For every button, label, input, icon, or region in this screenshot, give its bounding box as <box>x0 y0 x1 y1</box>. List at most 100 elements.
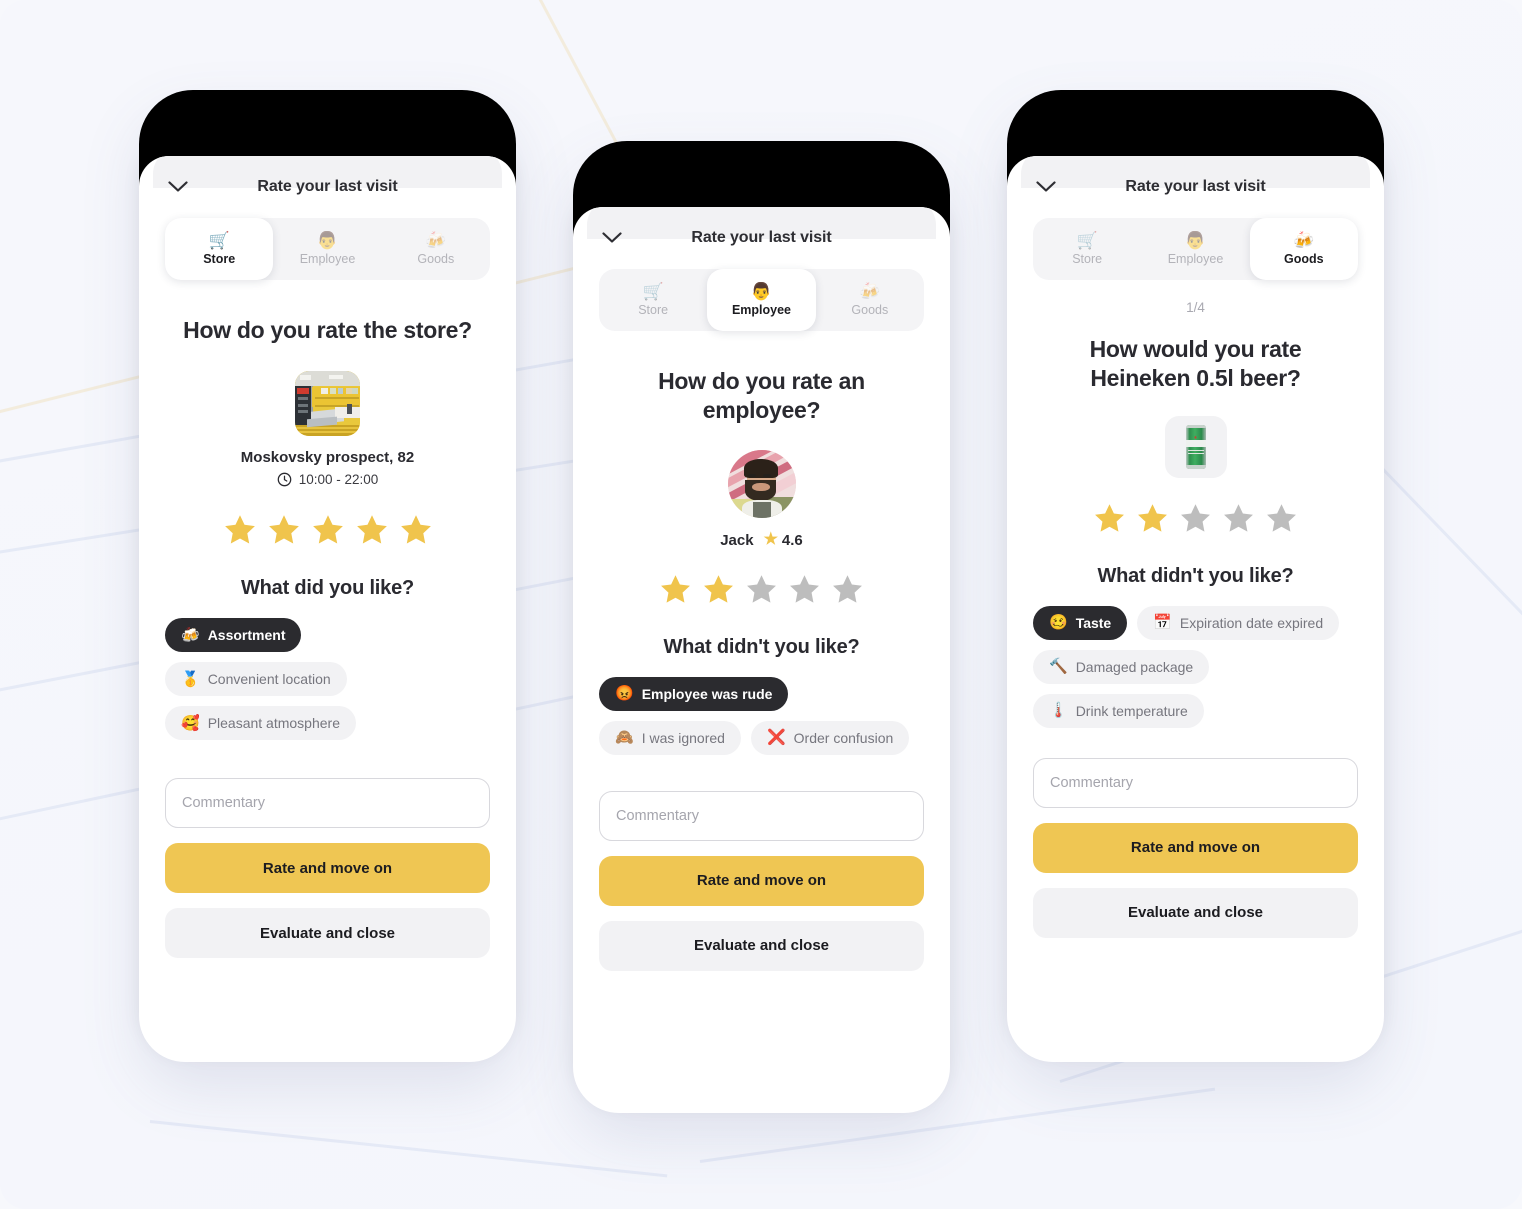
segmented-tabs-goods: 🛒 Store 👨 Employee 🍻 Goods <box>1033 218 1358 280</box>
tab-store[interactable]: 🛒 Store <box>165 218 274 280</box>
chip-i-was-ignored[interactable]: 🙈 I was ignored <box>599 720 741 755</box>
smiling-face-hearts-icon: 🥰 <box>181 714 200 732</box>
tab-store[interactable]: 🛒 Store <box>1033 218 1141 280</box>
chip-pleasant-atmosphere[interactable]: 🥰 Pleasant atmosphere <box>165 706 356 741</box>
calendar-icon: 📅 <box>1153 614 1172 632</box>
tab-employee[interactable]: 👨 Employee <box>273 218 381 280</box>
rate-and-move-on-button-store[interactable]: Rate and move on <box>165 843 490 894</box>
question-title-employee: How do you rate an employee? <box>658 368 865 424</box>
chevron-down-icon[interactable] <box>165 174 191 200</box>
bottom-sheet-goods: Rate your last visit 🛒 Store 👨 Employee … <box>1007 156 1384 1062</box>
evaluate-and-close-button-store[interactable]: Evaluate and close <box>165 908 490 959</box>
star-icon: ★ <box>763 531 778 549</box>
star-filled-icon[interactable] <box>659 573 692 606</box>
tab-employee[interactable]: 👨 Employee <box>707 269 816 331</box>
tab-label-employee: Employee <box>299 252 356 266</box>
star-empty-icon[interactable] <box>831 573 864 606</box>
commentary-input-employee[interactable] <box>599 790 924 841</box>
chip-taste[interactable]: 🥴 Taste <box>1033 605 1128 640</box>
step-counter: 1/4 <box>1186 300 1205 315</box>
tab-goods[interactable]: 🍻 Goods <box>382 218 490 280</box>
beer-mugs-icon: 🍻 <box>425 231 447 250</box>
star-empty-icon[interactable] <box>745 573 778 606</box>
chip-label: I was ignored <box>641 729 725 746</box>
chips-employee: 😡 Employee was rude 🙈 I was ignored ❌ Order c… <box>599 676 924 755</box>
employee-avatar-wrap <box>599 449 924 518</box>
star-filled-icon[interactable] <box>702 573 735 606</box>
star-filled-icon[interactable] <box>1136 502 1169 535</box>
star-empty-icon[interactable] <box>1222 502 1255 535</box>
store-hours-text: 10:00 - 22:00 <box>298 472 379 488</box>
sheet-header: Rate your last visit <box>1033 156 1358 218</box>
star-filled-icon[interactable] <box>223 513 257 547</box>
store-hours: 10:00 - 22:00 <box>165 472 490 487</box>
person-icon: 👨 <box>316 231 339 250</box>
tab-employee[interactable]: 👨 Employee <box>1141 218 1249 280</box>
chip-assortment[interactable]: 🍻 Assortment <box>165 618 302 653</box>
evaluate-and-close-button-employee[interactable]: Evaluate and close <box>599 920 924 971</box>
chip-label: Employee was rude <box>641 685 773 702</box>
store-name: Moskovsky prospect, 82 <box>240 449 415 467</box>
tab-goods[interactable]: 🍻 Goods <box>1249 218 1358 280</box>
chips-store: 🍻 Assortment 🥇 Convenient location 🥰 Pleasant… <box>165 618 490 741</box>
rating-stars-employee[interactable] <box>599 573 924 606</box>
tab-store[interactable]: 🛒 Store <box>599 269 707 331</box>
chips-goods: 🥴 Taste 📅 Expiration date expired 🔨 Damaged p… <box>1033 605 1358 728</box>
see-no-evil-monkey-icon: 🙈 <box>615 729 634 747</box>
rating-stars-goods[interactable] <box>1033 502 1358 535</box>
hammer-icon: 🔨 <box>1049 658 1068 676</box>
sub-question-employee: What didn't you like? <box>663 635 860 658</box>
bottom-sheet-store: Rate your last visit 🛒 Store 👨 Employee … <box>139 156 516 1062</box>
rate-and-move-on-button-employee[interactable]: Rate and move on <box>599 855 924 906</box>
tab-goods[interactable]: 🍻 Goods <box>816 269 924 331</box>
chip-employee-was-rude[interactable]: 😡 Employee was rude <box>599 676 789 711</box>
commentary-input-goods[interactable] <box>1033 757 1358 808</box>
star-filled-icon[interactable] <box>399 513 433 547</box>
chip-damaged-package[interactable]: 🔨 Damaged package <box>1033 649 1210 684</box>
bottom-sheet-employee: Rate your last visit 🛒 Store 👨 Employee … <box>573 207 950 1113</box>
tab-label-goods: Goods <box>417 252 455 266</box>
medal-icon: 🥇 <box>181 670 200 688</box>
commentary-input-store[interactable] <box>165 778 490 829</box>
person-icon: 👨 <box>750 282 773 301</box>
chip-convenient-location[interactable]: 🥇 Convenient location <box>165 662 347 697</box>
avatar <box>727 449 796 518</box>
store-photo-wrap <box>165 371 490 437</box>
tab-label-employee: Employee <box>731 303 792 317</box>
star-empty-icon[interactable] <box>1265 502 1298 535</box>
question-title-goods: How would you rate Heineken 0.5l beer? <box>1089 336 1302 392</box>
chip-expiration-date-expired[interactable]: 📅 Expiration date expired <box>1137 605 1340 640</box>
shopping-cart-icon: 🛒 <box>1076 231 1098 250</box>
star-filled-icon[interactable] <box>1093 502 1126 535</box>
sheet-header: Rate your last visit <box>599 207 924 269</box>
tab-label-store: Store <box>203 252 236 266</box>
question-title-store: How do you rate the store? <box>183 317 472 343</box>
thermometer-icon: 🌡️ <box>1049 702 1068 720</box>
star-filled-icon[interactable] <box>311 513 345 547</box>
angry-face-icon: 😡 <box>615 685 634 703</box>
chip-label: Pleasant atmosphere <box>207 715 340 732</box>
star-filled-icon[interactable] <box>267 513 301 547</box>
chip-label: Assortment <box>207 627 286 644</box>
employee-rating: ★ 4.6 <box>764 532 803 549</box>
star-filled-icon[interactable] <box>355 513 389 547</box>
beer-mugs-icon: 🍻 <box>859 282 881 301</box>
chip-order-confusion[interactable]: ❌ Order confusion <box>750 720 910 755</box>
chevron-down-icon[interactable] <box>1033 174 1059 200</box>
rate-and-move-on-button-goods[interactable]: Rate and move on <box>1033 822 1358 873</box>
page-title: Rate your last visit <box>1125 178 1266 195</box>
star-empty-icon[interactable] <box>1179 502 1212 535</box>
employee-rating-value: 4.6 <box>781 531 803 549</box>
tab-label-store: Store <box>1072 252 1103 266</box>
chip-label: Convenient location <box>207 671 331 688</box>
chevron-down-icon[interactable] <box>599 225 625 251</box>
tab-label-goods: Goods <box>1284 252 1324 266</box>
rating-stars-store[interactable] <box>165 513 490 547</box>
evaluate-and-close-button-goods[interactable]: Evaluate and close <box>1033 887 1358 938</box>
product-tile <box>1164 415 1227 478</box>
star-empty-icon[interactable] <box>788 573 821 606</box>
segmented-tabs-store: 🛒 Store 👨 Employee 🍻 Goods <box>165 218 490 280</box>
chip-label: Taste <box>1075 614 1112 631</box>
page-title: Rate your last visit <box>691 229 832 246</box>
chip-drink-temperature[interactable]: 🌡️ Drink temperature <box>1033 693 1204 728</box>
